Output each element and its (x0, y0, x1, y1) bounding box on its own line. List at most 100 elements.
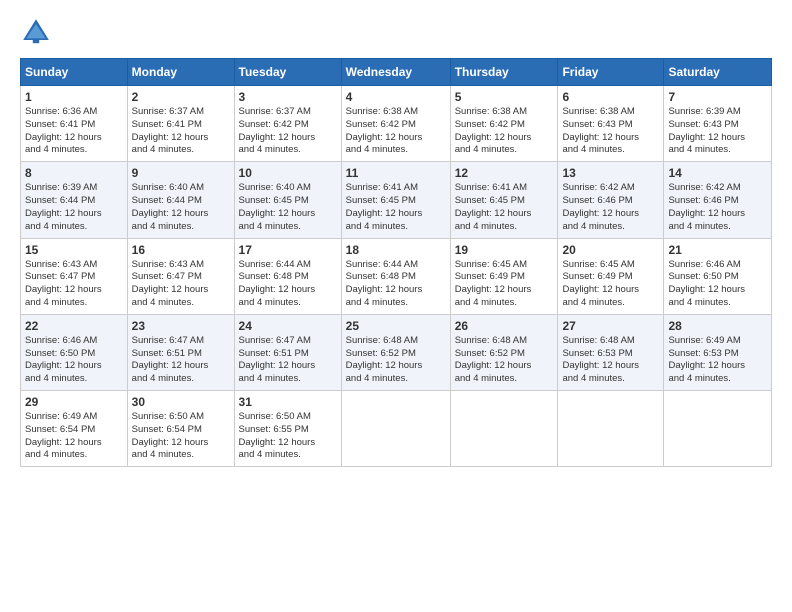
table-row: 12 Sunrise: 6:41 AMSunset: 6:45 PMDayligh… (450, 162, 558, 238)
table-row: 9Sunrise: 6:40 AMSunset: 6:44 PMDaylight… (127, 162, 234, 238)
day-number: 20 (562, 243, 659, 257)
table-row: 3 Sunrise: 6:37 AMSunset: 6:42 PMDaylight… (234, 86, 341, 162)
day-info: Sunrise: 6:50 AMSunset: 6:55 PMDaylight:… (239, 411, 316, 460)
table-row: 30 Sunrise: 6:50 AMSunset: 6:54 PMDayligh… (127, 391, 234, 467)
day-info: Sunrise: 6:41 AMSunset: 6:45 PMDaylight:… (346, 182, 423, 231)
day-info: Sunrise: 6:41 AMSunset: 6:45 PMDaylight:… (455, 182, 532, 231)
day-info: Sunrise: 6:38 AMSunset: 6:42 PMDaylight:… (346, 106, 423, 155)
table-row: 17 Sunrise: 6:44 AMSunset: 6:48 PMDayligh… (234, 238, 341, 314)
header (20, 16, 772, 48)
day-number: 13 (562, 166, 659, 180)
day-number: 12 (455, 166, 554, 180)
header-wednesday: Wednesday (341, 59, 450, 86)
day-number: 19 (455, 243, 554, 257)
calendar-week-row: 8 Sunrise: 6:39 AMSunset: 6:44 PMDaylight… (21, 162, 772, 238)
day-number: 30 (132, 395, 230, 409)
table-row: 8 Sunrise: 6:39 AMSunset: 6:44 PMDaylight… (21, 162, 128, 238)
day-number: 15 (25, 243, 123, 257)
table-row (664, 391, 772, 467)
day-number: 6 (562, 90, 659, 104)
day-number: 5 (455, 90, 554, 104)
table-row: 4 Sunrise: 6:38 AMSunset: 6:42 PMDaylight… (341, 86, 450, 162)
day-info: Sunrise: 6:46 AMSunset: 6:50 PMDaylight:… (25, 335, 102, 384)
table-row: 13 Sunrise: 6:42 AMSunset: 6:46 PMDayligh… (558, 162, 664, 238)
table-row: 1 Sunrise: 6:36 AMSunset: 6:41 PMDaylight… (21, 86, 128, 162)
table-row: 16 Sunrise: 6:43 AMSunset: 6:47 PMDayligh… (127, 238, 234, 314)
day-info: Sunrise: 6:38 AMSunset: 6:43 PMDaylight:… (562, 106, 639, 155)
day-number: 3 (239, 90, 337, 104)
table-row: 29 Sunrise: 6:49 AMSunset: 6:54 PMDayligh… (21, 391, 128, 467)
day-info: Sunrise: 6:50 AMSunset: 6:54 PMDaylight:… (132, 411, 209, 460)
day-number: 27 (562, 319, 659, 333)
day-info: Sunrise: 6:48 AMSunset: 6:52 PMDaylight:… (455, 335, 532, 384)
day-info: Sunrise: 6:44 AMSunset: 6:48 PMDaylight:… (239, 259, 316, 308)
table-row: 7 Sunrise: 6:39 AMSunset: 6:43 PMDaylight… (664, 86, 772, 162)
day-number: 4 (346, 90, 446, 104)
calendar-header-row: Sunday Monday Tuesday Wednesday Thursday… (21, 59, 772, 86)
header-sunday: Sunday (21, 59, 128, 86)
day-number: 24 (239, 319, 337, 333)
day-info: Sunrise: 6:42 AMSunset: 6:46 PMDaylight:… (668, 182, 745, 231)
header-monday: Monday (127, 59, 234, 86)
day-number: 16 (132, 243, 230, 257)
header-thursday: Thursday (450, 59, 558, 86)
day-number: 11 (346, 166, 446, 180)
day-info: Sunrise: 6:47 AMSunset: 6:51 PMDaylight:… (132, 335, 209, 384)
day-info: Sunrise: 6:36 AMSunset: 6:41 PMDaylight:… (25, 106, 102, 155)
header-friday: Friday (558, 59, 664, 86)
day-info: Sunrise: 6:43 AMSunset: 6:47 PMDaylight:… (132, 259, 209, 308)
day-number: 2 (132, 90, 230, 104)
day-number: 23 (132, 319, 230, 333)
day-info: Sunrise: 6:40 AMSunset: 6:45 PMDaylight:… (239, 182, 316, 231)
table-row: 10 Sunrise: 6:40 AMSunset: 6:45 PMDayligh… (234, 162, 341, 238)
logo-icon (20, 16, 52, 48)
day-number: 17 (239, 243, 337, 257)
day-info: Sunrise: 6:43 AMSunset: 6:47 PMDaylight:… (25, 259, 102, 308)
day-number: 8 (25, 166, 123, 180)
day-info: Sunrise: 6:39 AMSunset: 6:43 PMDaylight:… (668, 106, 745, 155)
day-info: Sunrise: 6:42 AMSunset: 6:46 PMDaylight:… (562, 182, 639, 231)
day-info: Sunrise: 6:39 AMSunset: 6:44 PMDaylight:… (25, 182, 102, 231)
table-row: 23 Sunrise: 6:47 AMSunset: 6:51 PMDayligh… (127, 314, 234, 390)
table-row: 20 Sunrise: 6:45 AMSunset: 6:49 PMDayligh… (558, 238, 664, 314)
table-row: 22Sunrise: 6:46 AMSunset: 6:50 PMDayligh… (21, 314, 128, 390)
table-row: 28Sunrise: 6:49 AMSunset: 6:53 PMDayligh… (664, 314, 772, 390)
table-row: 18Sunrise: 6:44 AMSunset: 6:48 PMDayligh… (341, 238, 450, 314)
day-info: Sunrise: 6:45 AMSunset: 6:49 PMDaylight:… (562, 259, 639, 308)
day-number: 26 (455, 319, 554, 333)
table-row: 25 Sunrise: 6:48 AMSunset: 6:52 PMDayligh… (341, 314, 450, 390)
table-row: 6 Sunrise: 6:38 AMSunset: 6:43 PMDaylight… (558, 86, 664, 162)
day-info: Sunrise: 6:37 AMSunset: 6:42 PMDaylight:… (239, 106, 316, 155)
day-info: Sunrise: 6:45 AMSunset: 6:49 PMDaylight:… (455, 259, 532, 308)
table-row (341, 391, 450, 467)
day-info: Sunrise: 6:44 AMSunset: 6:48 PMDaylight:… (346, 259, 423, 308)
calendar-week-row: 29 Sunrise: 6:49 AMSunset: 6:54 PMDayligh… (21, 391, 772, 467)
day-info: Sunrise: 6:47 AMSunset: 6:51 PMDaylight:… (239, 335, 316, 384)
day-number: 10 (239, 166, 337, 180)
day-number: 21 (668, 243, 767, 257)
day-info: Sunrise: 6:48 AMSunset: 6:52 PMDaylight:… (346, 335, 423, 384)
table-row: 15 Sunrise: 6:43 AMSunset: 6:47 PMDayligh… (21, 238, 128, 314)
day-number: 25 (346, 319, 446, 333)
calendar-week-row: 15 Sunrise: 6:43 AMSunset: 6:47 PMDayligh… (21, 238, 772, 314)
day-info: Sunrise: 6:37 AMSunset: 6:41 PMDaylight:… (132, 106, 209, 155)
table-row: 14 Sunrise: 6:42 AMSunset: 6:46 PMDayligh… (664, 162, 772, 238)
header-saturday: Saturday (664, 59, 772, 86)
table-row: 5Sunrise: 6:38 AMSunset: 6:42 PMDaylight… (450, 86, 558, 162)
calendar-week-row: 22Sunrise: 6:46 AMSunset: 6:50 PMDayligh… (21, 314, 772, 390)
day-number: 7 (668, 90, 767, 104)
day-number: 28 (668, 319, 767, 333)
table-row (450, 391, 558, 467)
page: Sunday Monday Tuesday Wednesday Thursday… (0, 0, 792, 612)
table-row: 24 Sunrise: 6:47 AMSunset: 6:51 PMDayligh… (234, 314, 341, 390)
calendar-week-row: 1 Sunrise: 6:36 AMSunset: 6:41 PMDaylight… (21, 86, 772, 162)
day-number: 14 (668, 166, 767, 180)
day-info: Sunrise: 6:46 AMSunset: 6:50 PMDaylight:… (668, 259, 745, 308)
day-info: Sunrise: 6:48 AMSunset: 6:53 PMDaylight:… (562, 335, 639, 384)
table-row: 26 Sunrise: 6:48 AMSunset: 6:52 PMDayligh… (450, 314, 558, 390)
logo (20, 16, 54, 48)
day-number: 1 (25, 90, 123, 104)
day-info: Sunrise: 6:49 AMSunset: 6:54 PMDaylight:… (25, 411, 102, 460)
table-row: 11 Sunrise: 6:41 AMSunset: 6:45 PMDayligh… (341, 162, 450, 238)
day-number: 29 (25, 395, 123, 409)
